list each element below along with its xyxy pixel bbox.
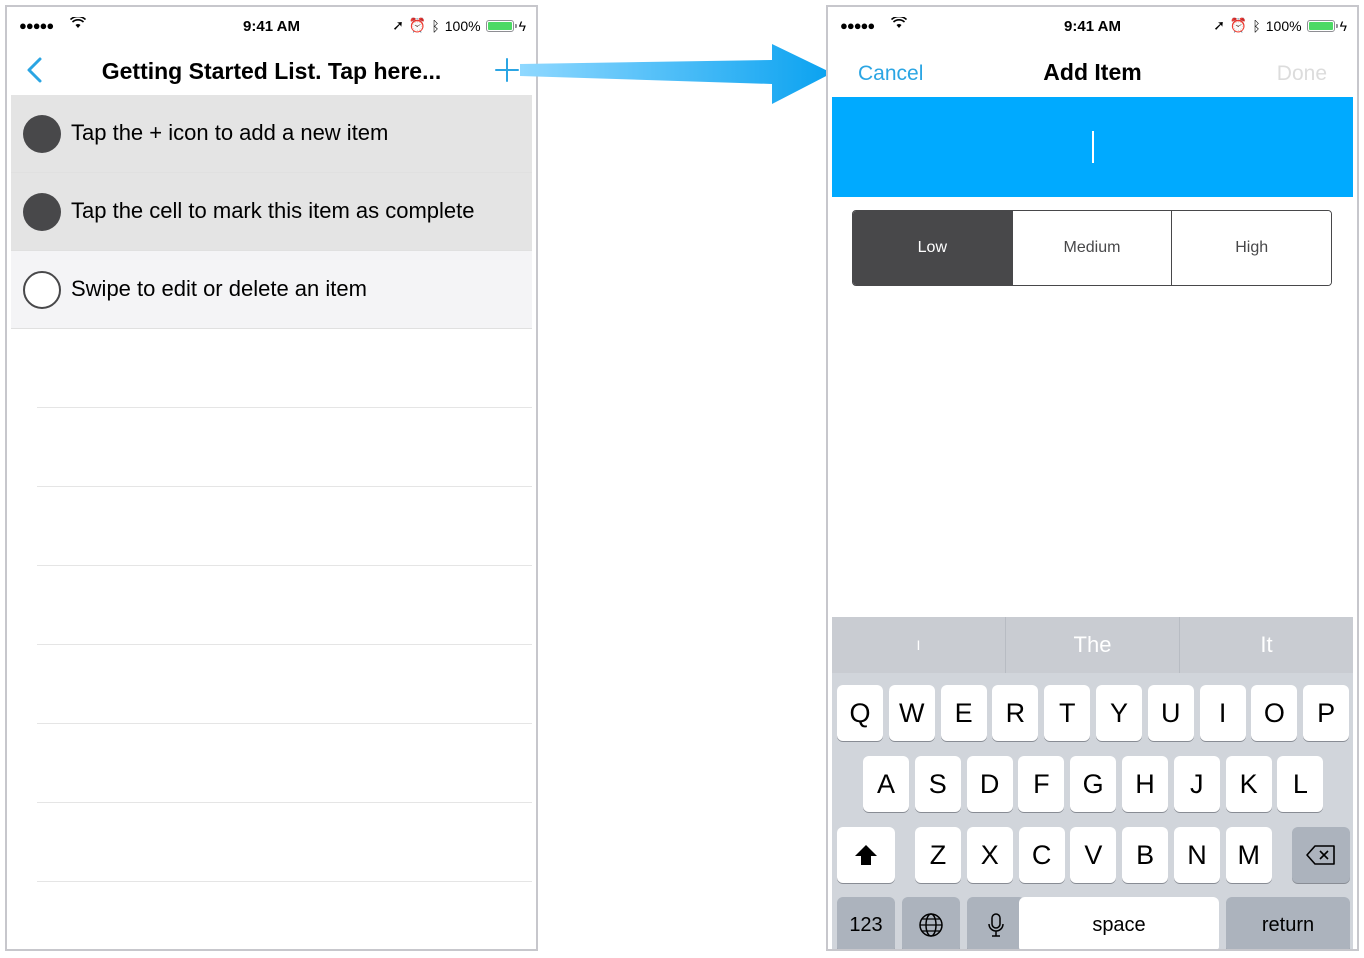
key-a[interactable]: A — [863, 756, 909, 812]
add-item-screen: ●●●●● 9:41 AM ➚ ⏰ ᛒ 100% ϟ Cancel Add It… — [826, 5, 1359, 951]
items-list: Tap the + icon to add a new item Tap the… — [11, 95, 532, 949]
back-chevron-icon[interactable] — [21, 55, 51, 85]
location-icon: ➚ — [1213, 17, 1225, 33]
priority-medium-segment[interactable]: Medium — [1011, 211, 1172, 285]
key-z[interactable]: Z — [915, 827, 961, 883]
key-l[interactable]: L — [1277, 756, 1324, 812]
backspace-icon — [1306, 845, 1335, 865]
battery-percent: 100% — [444, 17, 481, 34]
key-t[interactable]: T — [1044, 685, 1091, 741]
key-r[interactable]: R — [992, 685, 1039, 741]
delete-key[interactable] — [1292, 827, 1350, 883]
suggestion-item[interactable]: The — [1005, 617, 1179, 673]
priority-high-segment[interactable]: High — [1171, 211, 1331, 285]
key-d[interactable]: D — [966, 756, 1013, 812]
list-item-label: Tap the cell to mark this item as comple… — [71, 198, 475, 223]
space-key[interactable]: space — [1019, 897, 1219, 949]
key-p[interactable]: P — [1303, 685, 1350, 741]
key-f[interactable]: F — [1018, 756, 1065, 812]
battery-icon — [1306, 19, 1338, 32]
list-item-label: Tap the + icon to add a new item — [71, 120, 389, 145]
bluetooth-icon: ᛒ — [1252, 17, 1261, 34]
shift-key[interactable] — [837, 827, 895, 883]
microphone-key[interactable] — [967, 897, 1025, 949]
key-b[interactable]: B — [1122, 827, 1169, 883]
list-item-label: Swipe to edit or delete an item — [71, 276, 367, 301]
list-screen: ●●●●● 9:41 AM ➚ ⏰ ᛒ 100% ϟ Getting Start… — [5, 5, 538, 951]
key-h[interactable]: H — [1122, 756, 1168, 812]
empty-row — [37, 803, 532, 882]
completed-circle-icon — [23, 193, 61, 231]
shift-icon — [855, 845, 877, 865]
key-u[interactable]: U — [1147, 685, 1194, 741]
keyboard: I The It Q W E R T Y U I O P A S D F G H J K L Z X C V B N M 123 sp… — [832, 617, 1353, 949]
done-button[interactable]: Done — [1277, 62, 1327, 86]
empty-row — [37, 487, 532, 566]
charging-icon: ϟ — [1339, 17, 1347, 34]
key-j[interactable]: J — [1173, 756, 1220, 812]
bluetooth-icon: ᛒ — [431, 17, 440, 34]
key-x[interactable]: X — [966, 827, 1013, 883]
empty-circle-icon — [23, 271, 61, 309]
empty-row — [37, 724, 532, 803]
suggestion-item[interactable]: I — [832, 617, 1005, 673]
empty-row — [37, 645, 532, 724]
empty-row — [37, 329, 532, 408]
key-k[interactable]: K — [1225, 756, 1272, 812]
text-cursor — [1091, 131, 1094, 163]
battery-percent: 100% — [1265, 17, 1302, 34]
key-e[interactable]: E — [940, 685, 987, 741]
charging-icon: ϟ — [518, 17, 526, 34]
empty-row — [37, 408, 532, 487]
suggestion-bar: I The It — [832, 617, 1353, 673]
key-n[interactable]: N — [1174, 827, 1220, 883]
navigation-bar: Getting Started List. Tap here... — [7, 47, 536, 95]
list-item[interactable]: Tap the cell to mark this item as comple… — [11, 173, 532, 251]
key-w[interactable]: W — [888, 685, 935, 741]
globe-key[interactable] — [902, 897, 960, 949]
key-s[interactable]: S — [914, 756, 961, 812]
battery-icon — [485, 19, 517, 32]
priority-low-segment[interactable]: Low — [853, 211, 1012, 285]
alarm-icon: ⏰ — [408, 17, 427, 33]
globe-icon — [919, 913, 943, 937]
list-item[interactable]: Swipe to edit or delete an item — [11, 251, 532, 329]
key-g[interactable]: G — [1070, 756, 1117, 812]
suggestion-item[interactable]: It — [1179, 617, 1353, 673]
item-name-input[interactable] — [832, 97, 1353, 197]
key-o[interactable]: O — [1251, 685, 1298, 741]
status-bar: ●●●●● 9:41 AM ➚ ⏰ ᛒ 100% ϟ — [828, 7, 1357, 47]
return-key[interactable]: return — [1226, 897, 1350, 949]
key-y[interactable]: Y — [1096, 685, 1142, 741]
key-v[interactable]: V — [1070, 827, 1117, 883]
key-m[interactable]: M — [1225, 827, 1272, 883]
key-i[interactable]: I — [1199, 685, 1246, 741]
key-q[interactable]: Q — [837, 685, 883, 741]
alarm-icon: ⏰ — [1229, 17, 1248, 33]
priority-segmented-control: Low Medium High — [852, 210, 1332, 286]
status-bar: ●●●●● 9:41 AM ➚ ⏰ ᛒ 100% ϟ — [7, 7, 536, 47]
numbers-key[interactable]: 123 — [837, 897, 895, 949]
transition-arrow-icon — [520, 44, 832, 104]
list-item[interactable]: Tap the + icon to add a new item — [11, 95, 532, 173]
empty-row — [37, 882, 532, 949]
location-icon: ➚ — [392, 17, 404, 33]
add-item-plus-icon[interactable] — [492, 55, 522, 85]
completed-circle-icon — [23, 115, 61, 153]
navigation-bar: Cancel Add Item Done — [828, 47, 1357, 99]
microphone-icon — [988, 913, 1004, 937]
key-c[interactable]: C — [1018, 827, 1065, 883]
empty-row — [37, 566, 532, 645]
list-title[interactable]: Getting Started List. Tap here... — [67, 58, 476, 85]
